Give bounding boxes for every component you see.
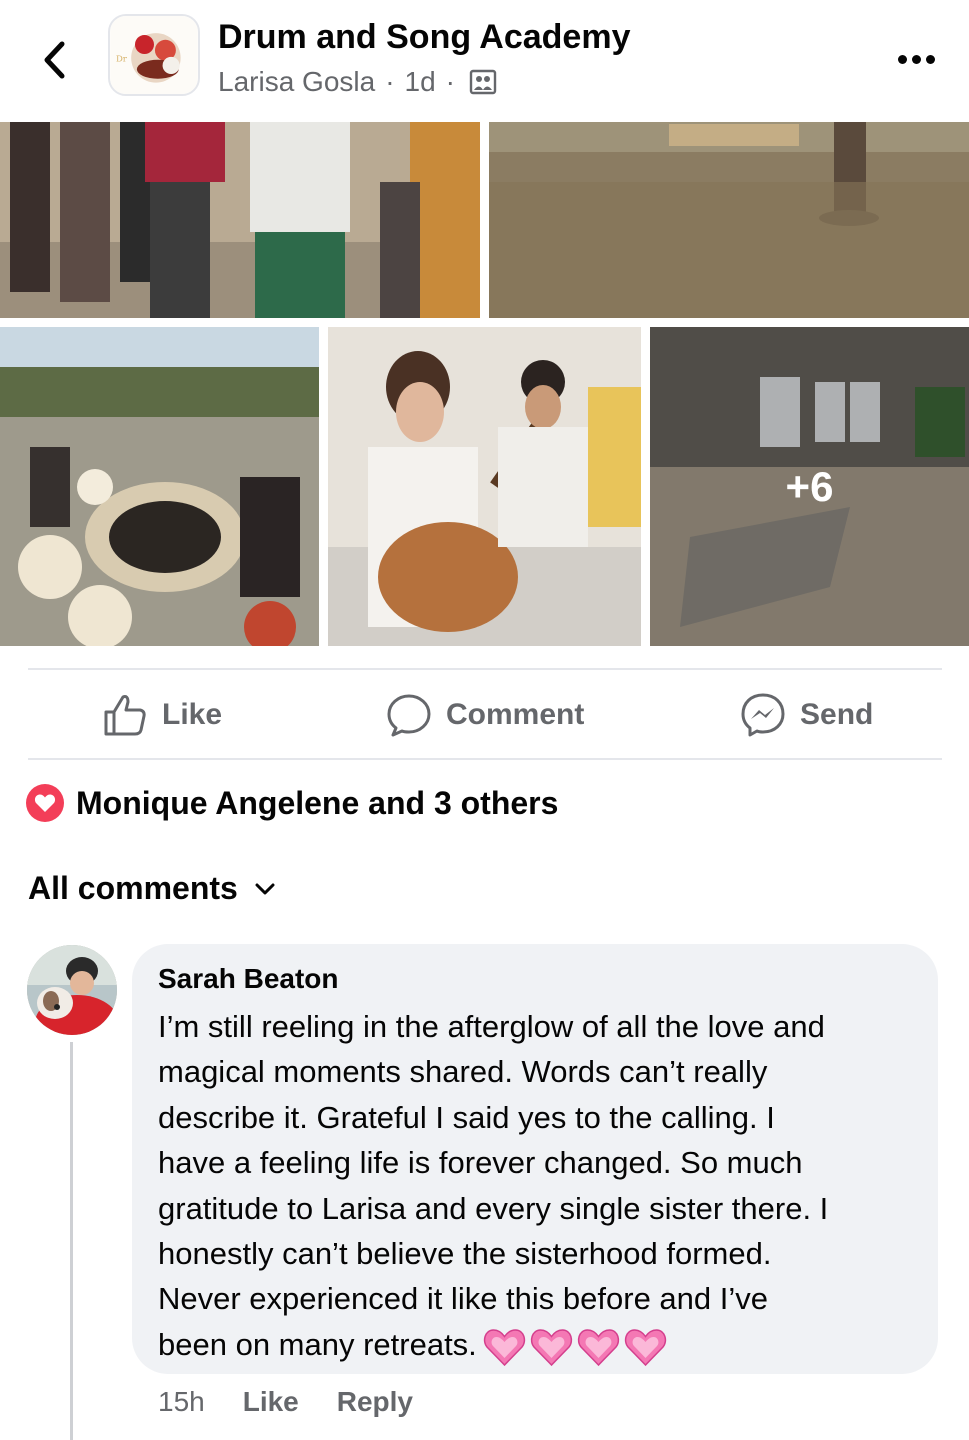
- comment-line-last: been on many retreats.: [158, 1322, 918, 1367]
- comment-line: have a feeling life is forever changed. …: [158, 1145, 803, 1181]
- post-photo-2[interactable]: [489, 122, 969, 318]
- post-header: Dr Drum and Song Academy Larisa Gosla · …: [0, 0, 969, 122]
- comment-line: magical moments shared. Words can’t real…: [158, 1054, 768, 1090]
- comment-label: Comment: [446, 698, 585, 731]
- chevron-down-icon: [255, 883, 275, 894]
- post-time[interactable]: 1d: [405, 66, 436, 98]
- svg-text:Dr: Dr: [116, 55, 128, 65]
- like-label: Like: [162, 698, 223, 731]
- thread-line: [70, 1042, 73, 1440]
- page-name[interactable]: Drum and Song Academy: [218, 18, 630, 57]
- divider: [28, 668, 942, 670]
- post-photo-4[interactable]: [328, 327, 641, 646]
- comment-line: Never experienced it like this before an…: [158, 1281, 768, 1317]
- comment-time[interactable]: 15h: [158, 1386, 205, 1418]
- post-meta: Larisa Gosla · 1d ·: [218, 66, 497, 98]
- more-horizontal-icon: [897, 54, 907, 64]
- reaction-summary-text: Monique Angelene and 3 others: [76, 784, 559, 821]
- page-avatar[interactable]: Dr: [108, 14, 200, 96]
- comment-like-button[interactable]: Like: [243, 1386, 299, 1418]
- comment-button[interactable]: Comment: [386, 690, 584, 740]
- reaction-summary[interactable]: Monique Angelene and 3 others: [26, 784, 558, 822]
- post-photo-3[interactable]: [0, 327, 319, 646]
- comment-line: gratitude to Larisa and every single sis…: [158, 1190, 829, 1226]
- more-photos-count[interactable]: +6: [650, 327, 969, 646]
- group-icon: [469, 69, 497, 95]
- comment-reply-button[interactable]: Reply: [337, 1386, 413, 1418]
- comments-filter-dropdown[interactable]: All comments: [28, 870, 276, 907]
- commenter-name[interactable]: Sarah Beaton: [158, 962, 912, 996]
- comment-text: I’m still reeling in the afterglow of al…: [158, 1004, 918, 1367]
- sparkling-heart-icon: [624, 1328, 666, 1366]
- comment-bubble: Sarah Beaton I’m still reeling in the af…: [132, 944, 938, 1374]
- meta-separator: ·: [385, 66, 395, 97]
- comment-line: describe it. Grateful I said yes to the …: [158, 1099, 775, 1135]
- comments-filter-label: All comments: [28, 870, 238, 906]
- post-photo-5[interactable]: +6: [650, 327, 969, 646]
- thumbs-up-icon: [104, 695, 146, 736]
- comment-line: honestly can’t believe the sisterhood fo…: [158, 1236, 772, 1272]
- sparkling-heart-icon: [577, 1328, 619, 1366]
- commenter-avatar[interactable]: [27, 945, 117, 1035]
- comment-icon: [387, 694, 431, 737]
- sparkling-heart-icon: [483, 1328, 525, 1366]
- messenger-icon: [741, 693, 785, 737]
- comment-line: I’m still reeling in the afterglow of al…: [158, 1009, 825, 1044]
- author-name[interactable]: Larisa Gosla: [218, 66, 375, 98]
- more-options-button[interactable]: [890, 44, 942, 74]
- like-button[interactable]: Like: [102, 690, 222, 740]
- comment-actions: 15h Like Reply: [158, 1386, 413, 1418]
- post-photo-1[interactable]: [0, 122, 480, 318]
- send-label: Send: [800, 698, 874, 731]
- send-button[interactable]: Send: [740, 690, 873, 740]
- heart-reaction-icon: [26, 784, 64, 822]
- back-button[interactable]: [36, 38, 72, 82]
- sparkling-heart-emojis: [483, 1327, 667, 1367]
- divider: [28, 758, 942, 760]
- sparkling-heart-icon: [530, 1328, 572, 1366]
- meta-separator: ·: [445, 66, 455, 97]
- comment-line: been on many retreats.: [158, 1326, 477, 1362]
- chevron-left-icon: [44, 41, 65, 79]
